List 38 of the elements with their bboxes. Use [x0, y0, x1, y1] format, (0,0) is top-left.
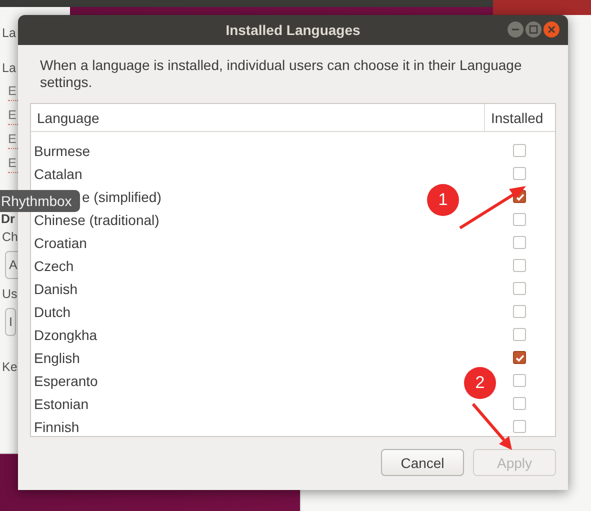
installed-checkbox[interactable] [513, 397, 526, 410]
installed-checkbox[interactable] [513, 305, 526, 318]
column-header[interactable]: Installed [484, 104, 555, 131]
cancel-button[interactable]: Cancel [381, 449, 464, 476]
installed-checkbox[interactable] [513, 144, 526, 157]
label-text: Us [2, 286, 18, 303]
tab-label: La [2, 25, 16, 42]
installed-checkbox[interactable] [513, 167, 526, 180]
language-name: Finnish [33, 418, 80, 434]
tooltip: Rhythmbox [0, 190, 80, 212]
label-text: Ke [2, 359, 18, 376]
installed-checkbox[interactable] [513, 236, 526, 249]
language-name: Estonian [33, 396, 88, 412]
installed-checkbox[interactable] [513, 282, 526, 295]
installed-checkbox[interactable] [513, 328, 526, 341]
language-name: Croatian [33, 234, 87, 250]
language-name: Dutch [33, 304, 71, 320]
installed-checkbox[interactable] [513, 351, 526, 364]
language-name: Czech [33, 258, 74, 274]
maximize-icon[interactable] [525, 21, 542, 38]
label-text: La [2, 60, 16, 77]
minimize-icon[interactable] [507, 21, 524, 38]
label-text: Ch [2, 229, 18, 246]
language-name: Chinese (traditional) [33, 212, 160, 228]
installed-checkbox[interactable] [513, 374, 526, 387]
close-icon[interactable] [543, 21, 560, 38]
language-name: Dzongkha [33, 326, 98, 342]
annotation-arrow [459, 186, 526, 230]
language-name: Danish [33, 280, 78, 296]
installed-checkbox[interactable] [513, 259, 526, 272]
installed-checkbox[interactable] [513, 213, 526, 226]
section-heading: Dr [1, 211, 15, 228]
window-title: Installed Languages [226, 22, 360, 38]
button[interactable]: I [5, 308, 16, 336]
annotation-arrow [472, 403, 512, 450]
language-name: English [33, 350, 80, 366]
installed-checkbox[interactable] [513, 420, 526, 433]
language-name: Esperanto [33, 372, 98, 388]
